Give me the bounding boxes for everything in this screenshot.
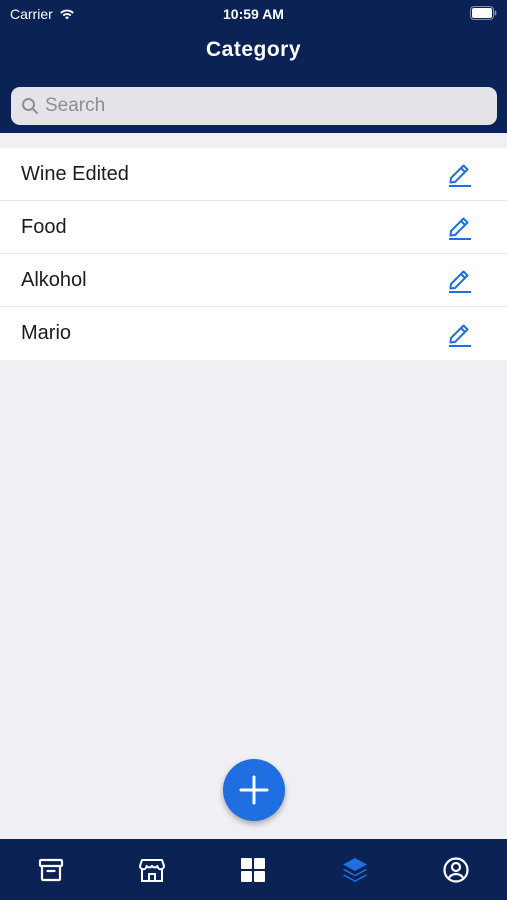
tab-archive[interactable] <box>21 845 81 895</box>
category-label: Alkohol <box>21 268 87 291</box>
list-item[interactable]: Food <box>0 201 507 254</box>
edit-button[interactable] <box>446 319 474 349</box>
list-item[interactable]: Alkohol <box>0 254 507 307</box>
tab-bar <box>0 839 507 900</box>
status-bar: Carrier 10:59 AM <box>0 0 507 28</box>
tab-profile[interactable] <box>426 845 486 895</box>
archive-box-icon <box>38 858 63 881</box>
plus-icon <box>239 775 269 805</box>
user-circle-icon <box>443 856 469 883</box>
add-category-button[interactable] <box>223 759 285 821</box>
category-label: Wine Edited <box>21 162 129 185</box>
storefront-icon <box>139 858 166 882</box>
category-screen: Carrier 10:59 AM Category Search Wine Ed… <box>0 0 507 900</box>
edit-button[interactable] <box>446 265 474 295</box>
pencil-icon <box>449 270 471 293</box>
category-list: Wine Edited Food Alkohol Mario <box>0 148 507 360</box>
grid-icon <box>241 857 266 882</box>
tab-store[interactable] <box>122 845 182 895</box>
search-input[interactable] <box>45 91 465 121</box>
header: Carrier 10:59 AM Category <box>0 0 507 133</box>
page-title: Category <box>205 38 302 61</box>
tab-dashboard[interactable] <box>223 845 283 895</box>
list-item[interactable]: Mario <box>0 307 507 360</box>
tab-categories[interactable] <box>325 845 385 895</box>
category-label: Food <box>21 215 67 238</box>
search-bar[interactable] <box>11 87 497 125</box>
edit-button[interactable] <box>446 159 474 189</box>
pencil-icon <box>449 324 471 347</box>
clock: 10:59 AM <box>223 6 284 22</box>
category-label: Mario <box>21 322 72 344</box>
layers-icon <box>342 857 367 882</box>
battery-icon <box>470 6 497 20</box>
pencil-icon <box>449 164 471 187</box>
list-item[interactable]: Wine Edited <box>0 148 507 201</box>
search-icon <box>22 98 38 114</box>
edit-button[interactable] <box>446 212 474 242</box>
pencil-icon <box>449 217 471 240</box>
